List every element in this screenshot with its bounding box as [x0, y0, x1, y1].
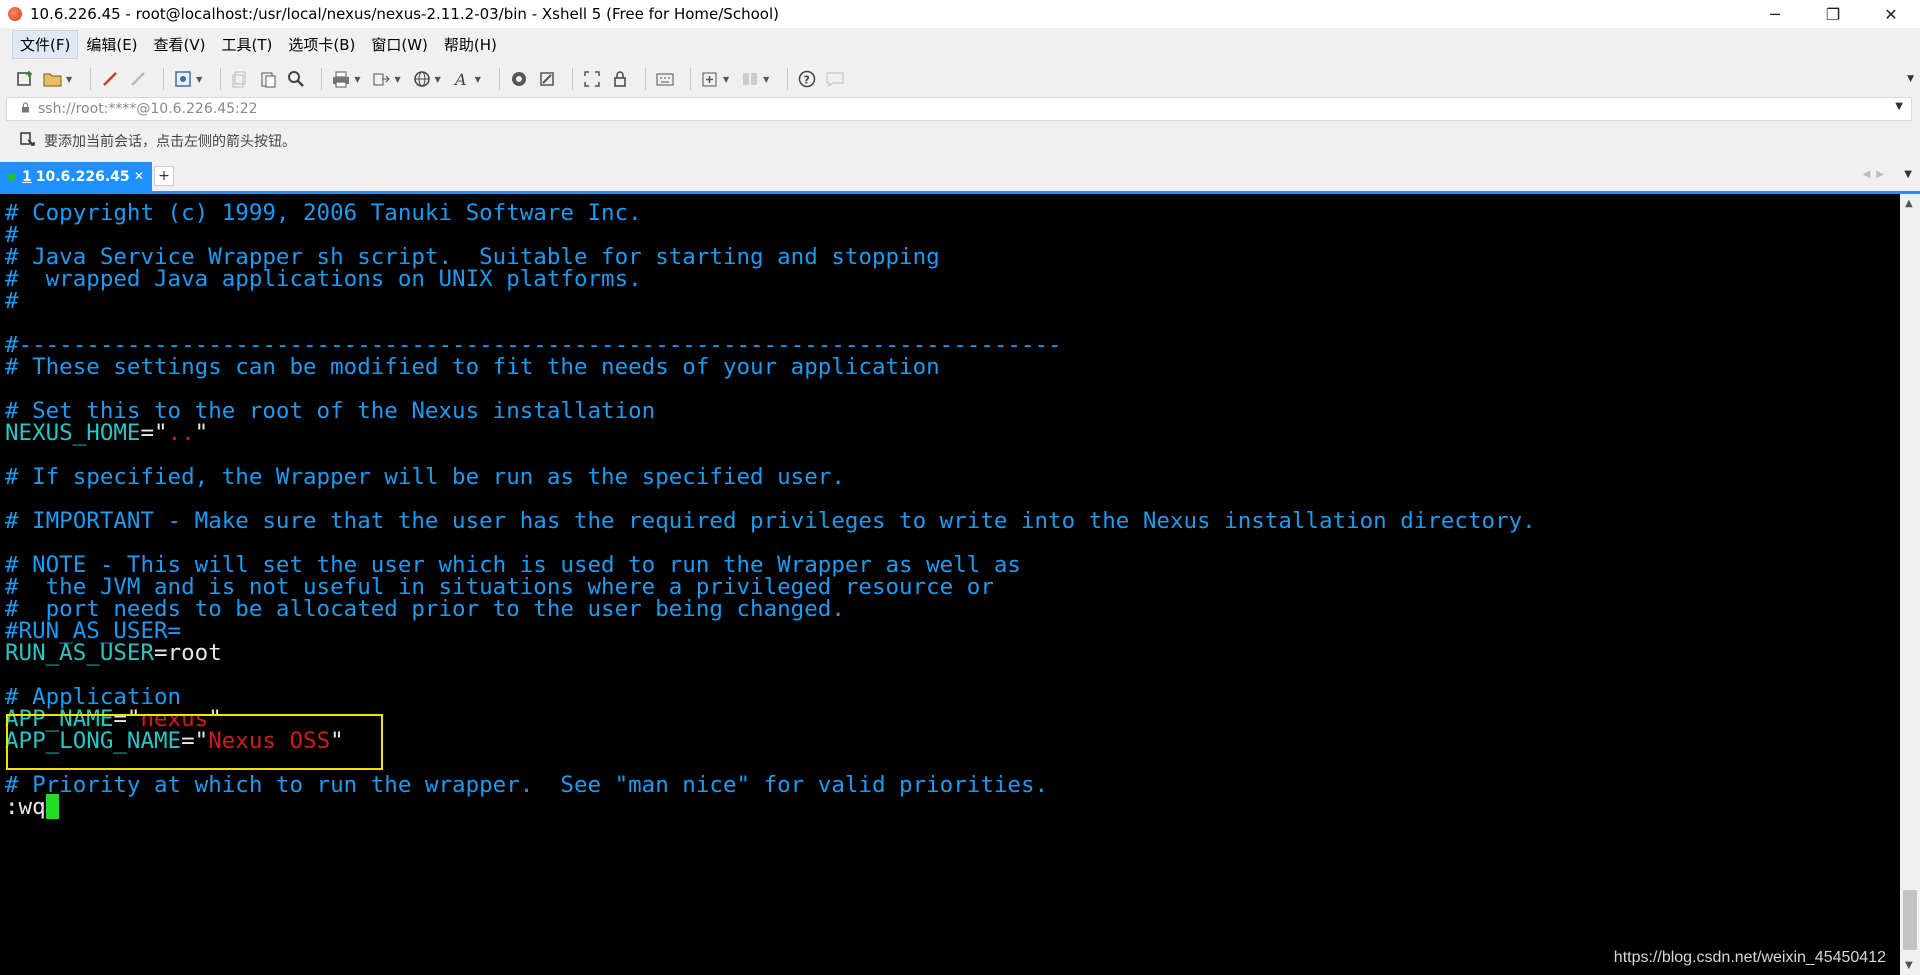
new-tab-dropdown-icon[interactable]: ▼	[723, 75, 729, 84]
var-eq: ="	[140, 420, 168, 446]
var-name: NEXUS_HOME	[5, 420, 141, 446]
menu-tabs[interactable]: 选项卡(B)	[280, 30, 363, 59]
menu-window[interactable]: 窗口(W)	[363, 30, 436, 59]
scroll-down-icon[interactable]: ▼	[1905, 960, 1913, 971]
globe-icon[interactable]	[411, 68, 433, 90]
command-line[interactable]: :wq	[5, 794, 59, 821]
keyboard-icon[interactable]	[654, 68, 676, 90]
menu-file[interactable]: 文件(F)	[12, 29, 79, 59]
toolbar-separator	[163, 68, 165, 90]
fullscreen-icon[interactable]	[581, 68, 603, 90]
transfer-icon[interactable]	[370, 68, 392, 90]
text-cursor	[45, 794, 59, 819]
tab-bar: 1 10.6.226.45 ✕ + ◀▶ ▼	[0, 160, 1920, 192]
xshell-logo-icon	[8, 7, 22, 21]
terminal-line: # wrapped Java applications on UNIX plat…	[5, 266, 642, 292]
window-title: 10.6.226.45 - root@localhost:/usr/local/…	[30, 5, 779, 23]
add-session-arrow-icon[interactable]	[20, 131, 36, 151]
font-icon[interactable]: A	[451, 68, 473, 90]
paste-icon[interactable]	[257, 68, 279, 90]
terminal-view[interactable]: # Copyright (c) 1999, 2006 Tanuki Softwa…	[0, 194, 1900, 975]
scroll-up-icon[interactable]: ▲	[1905, 198, 1913, 209]
layout-icon[interactable]	[739, 68, 761, 90]
open-dropdown-icon[interactable]: ▼	[66, 75, 72, 84]
toolbar-separator	[90, 68, 92, 90]
svg-text:A: A	[453, 70, 467, 88]
tab-session-1[interactable]: 1 10.6.226.45 ✕	[0, 162, 152, 192]
properties-dropdown-icon[interactable]: ▼	[196, 75, 202, 84]
xmanager-icon[interactable]	[536, 68, 558, 90]
tab-close-icon[interactable]: ✕	[134, 169, 144, 183]
toolbar: ▼ ▼ ▼ ▼ ▼ A ▼ ▼ ▼ ? ▼	[0, 60, 1920, 98]
menu-tools[interactable]: 工具(T)	[214, 30, 281, 59]
vim-command: :wq	[5, 794, 46, 820]
terminal-line: # Priority at which to run the wrapper. …	[5, 772, 1049, 798]
lock-icon[interactable]	[609, 68, 631, 90]
terminal-line: # IMPORTANT - Make sure that the user ha…	[5, 508, 1536, 534]
restore-button[interactable]: ❐	[1804, 0, 1862, 28]
toolbar-separator	[644, 68, 646, 90]
toolbar-separator	[571, 68, 573, 90]
var-value: ..	[167, 420, 195, 446]
help-icon[interactable]: ?	[796, 68, 818, 90]
scroll-thumb[interactable]	[1903, 890, 1917, 950]
watermark: https://blog.csdn.net/weixin_45450412	[1613, 949, 1886, 966]
globe-dropdown-icon[interactable]: ▼	[435, 75, 441, 84]
terminal-scrollbar[interactable]: ▲ ▼	[1900, 194, 1920, 975]
svg-text:?: ?	[804, 74, 810, 87]
chat-icon[interactable]	[824, 68, 846, 90]
menu-edit[interactable]: 编辑(E)	[78, 30, 145, 59]
menu-help[interactable]: 帮助(H)	[436, 30, 505, 59]
transfer-dropdown-icon[interactable]: ▼	[394, 75, 400, 84]
terminal-line: # Copyright (c) 1999, 2006 Tanuki Softwa…	[5, 200, 642, 226]
tab-label: 1 10.6.226.45	[22, 169, 130, 185]
terminal-line: #	[5, 288, 19, 314]
toolbar-separator	[220, 68, 222, 90]
toolbar-separator	[689, 68, 691, 90]
layout-dropdown-icon[interactable]: ▼	[763, 75, 769, 84]
properties-icon[interactable]	[172, 68, 194, 90]
toolbar-separator	[787, 68, 789, 90]
var-value: root	[167, 640, 222, 666]
lock-small-icon	[21, 102, 30, 116]
find-icon[interactable]	[285, 68, 307, 90]
toolbar-overflow-icon[interactable]: ▼	[1907, 74, 1914, 84]
highlight-box	[6, 714, 383, 770]
xftp-icon[interactable]	[508, 68, 530, 90]
address-bar[interactable]: ssh://root:****@10.6.226.45:22 ▼	[6, 97, 1912, 121]
run-as-user-line: RUN_AS_USER=root	[5, 640, 222, 667]
add-tab-button[interactable]: +	[154, 166, 174, 186]
connected-status-icon	[8, 173, 16, 181]
font-dropdown-icon[interactable]: ▼	[475, 75, 481, 84]
print-icon[interactable]	[330, 68, 352, 90]
toolbar-separator	[321, 68, 323, 90]
new-tab-icon[interactable]	[699, 68, 721, 90]
menu-bar: 文件(F) 编辑(E) 查看(V) 工具(T) 选项卡(B) 窗口(W) 帮助(…	[0, 28, 1920, 60]
print-dropdown-icon[interactable]: ▼	[354, 75, 360, 84]
window-controls: ─ ❐ ✕	[1746, 0, 1920, 28]
address-dropdown-icon[interactable]: ▼	[1895, 101, 1903, 112]
toolbar-separator	[498, 68, 500, 90]
tab-scroll-arrows-icon[interactable]: ◀▶	[1863, 169, 1890, 180]
session-hint-text: 要添加当前会话，点击左侧的箭头按钮。	[44, 134, 296, 150]
var-quote: "	[194, 420, 209, 446]
copy-icon[interactable]	[229, 68, 251, 90]
session-hint-bar: 要添加当前会话，点击左侧的箭头按钮。	[0, 126, 1920, 156]
new-session-icon[interactable]	[14, 68, 36, 90]
tab-list-dropdown-icon[interactable]: ▼	[1904, 169, 1912, 180]
open-folder-icon[interactable]	[42, 68, 64, 90]
address-input[interactable]: ssh://root:****@10.6.226.45:22	[38, 101, 258, 117]
disconnect-icon[interactable]	[127, 68, 149, 90]
minimize-button[interactable]: ─	[1746, 0, 1804, 28]
terminal-line: # These settings can be modified to fit …	[5, 354, 940, 380]
connect-icon[interactable]	[99, 68, 121, 90]
title-bar: 10.6.226.45 - root@localhost:/usr/local/…	[0, 0, 1920, 28]
terminal-line: # If specified, the Wrapper will be run …	[5, 464, 845, 490]
close-button[interactable]: ✕	[1862, 0, 1920, 28]
nexus-home-line: NEXUS_HOME=".."	[5, 420, 208, 447]
var-name: RUN_AS_USER	[5, 640, 155, 666]
var-eq: =	[154, 640, 168, 666]
menu-view[interactable]: 查看(V)	[146, 30, 214, 59]
